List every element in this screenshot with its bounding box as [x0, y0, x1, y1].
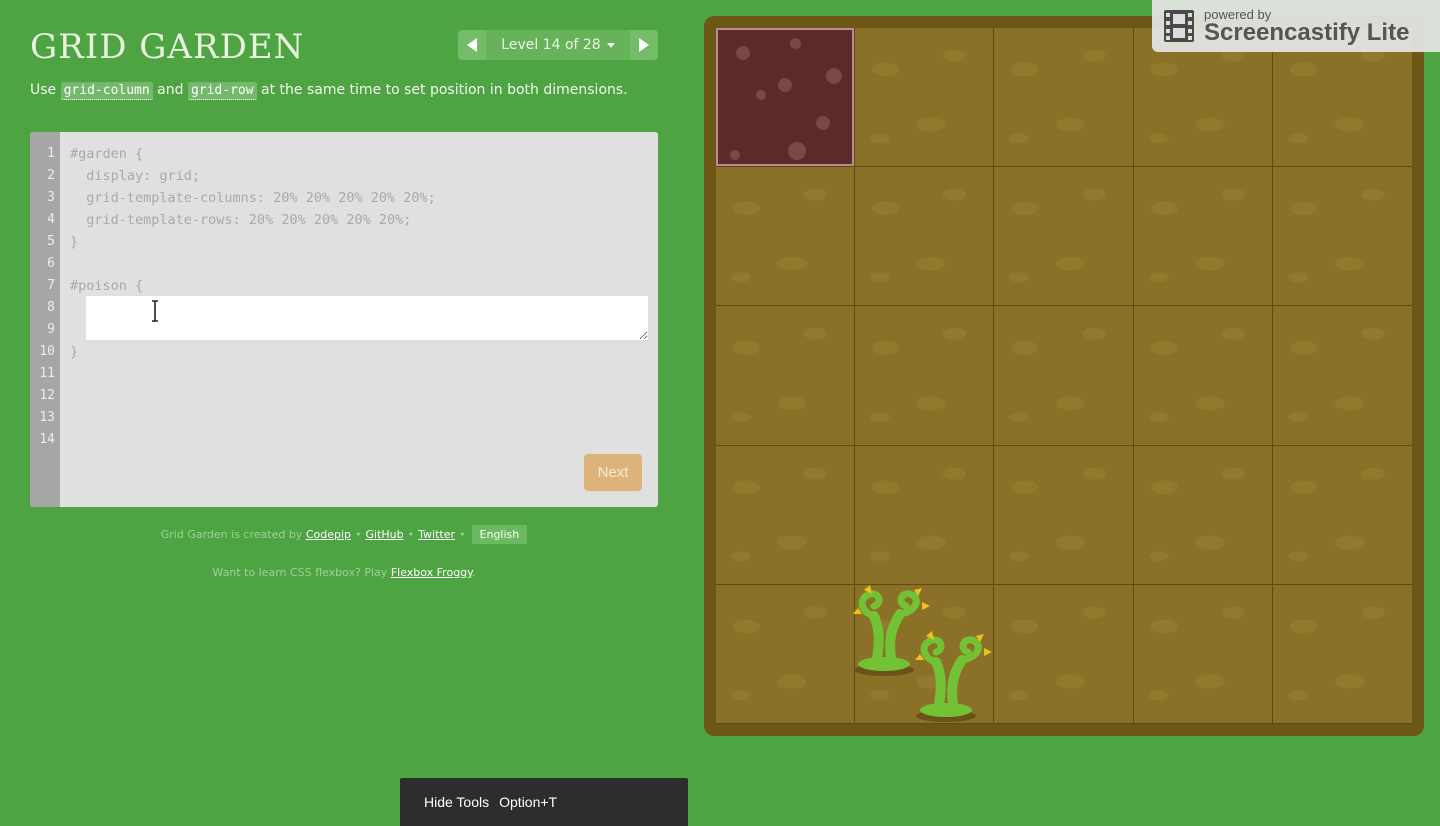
arrow-left-icon	[467, 38, 477, 52]
garden-cell	[1133, 445, 1273, 585]
line-number: 11	[39, 366, 55, 381]
line-number: 7	[47, 278, 55, 293]
line-number: 8	[47, 300, 55, 315]
garden-cell	[855, 28, 995, 168]
poison-spot	[790, 38, 801, 49]
garden-board	[704, 16, 1424, 736]
code-line: #poison {	[70, 278, 144, 294]
instructions-text: at the same time to set position in both…	[256, 82, 628, 98]
separator: •	[407, 528, 415, 541]
code-line: #garden {	[70, 146, 144, 162]
code-line: grid-template-rows: 20% 20% 20% 20% 20%;	[70, 212, 412, 228]
code-grid-row[interactable]: grid-row	[187, 82, 257, 100]
code-line: display: grid;	[70, 168, 201, 184]
level-dropdown[interactable]: Level 14 of 28	[486, 30, 630, 60]
line-number: 10	[39, 344, 55, 359]
garden-cell	[855, 306, 995, 446]
garden-cell	[716, 167, 856, 307]
garden-cell	[994, 167, 1134, 307]
code-line: }	[70, 234, 79, 250]
instructions: Use grid-column and grid-row at the same…	[30, 82, 628, 100]
line-number: 13	[39, 410, 55, 425]
previous-level-button[interactable]	[458, 30, 486, 60]
promo-text: Want to learn CSS flexbox? Play	[212, 566, 388, 579]
line-number: 6	[47, 256, 55, 271]
text-cursor-icon	[152, 300, 158, 322]
watermark-big: Screencastify Lite	[1204, 18, 1410, 46]
instructions-text: Use	[30, 82, 61, 98]
garden-cell	[716, 584, 856, 724]
line-number: 2	[47, 168, 55, 183]
line-number: 5	[47, 234, 55, 249]
line-numbers: 1 2 3 4 5 6 7 8 9 10 11 12 13 14	[30, 132, 60, 507]
poison-spot	[736, 46, 750, 60]
garden-cell	[994, 445, 1134, 585]
screencastify-watermark: powered by Screencastify Lite	[1152, 0, 1440, 52]
flexbox-froggy-link[interactable]: Flexbox Froggy	[391, 566, 472, 579]
garden-cell	[855, 445, 995, 585]
promo-period: .	[472, 566, 476, 579]
code-grid-column[interactable]: grid-column	[60, 82, 153, 100]
garden-cell	[716, 306, 856, 446]
garden-cell	[1272, 445, 1412, 585]
line-number: 12	[39, 388, 55, 403]
line-number: 1	[47, 146, 55, 161]
garden-cell	[994, 28, 1134, 168]
arrow-right-icon	[639, 38, 649, 52]
garden-cell	[1272, 584, 1412, 724]
poison-spot	[778, 78, 792, 92]
film-strip-icon	[1164, 10, 1194, 42]
level-navigation: Level 14 of 28	[458, 30, 658, 60]
garden-cell	[1133, 306, 1273, 446]
caret-down-icon	[606, 42, 615, 48]
poison-spot	[826, 68, 842, 84]
poison-spot	[788, 142, 806, 160]
codepip-link[interactable]: Codepip	[306, 528, 351, 541]
poison-spot	[816, 116, 830, 130]
level-label: Level 14 of 28	[501, 37, 601, 53]
poison-tile	[716, 28, 854, 166]
language-button[interactable]: English	[471, 525, 528, 544]
hide-tools-shortcut: Option+T	[499, 794, 558, 810]
watermark-text: powered by Screencastify Lite	[1204, 8, 1409, 45]
css-editor: 1 2 3 4 5 6 7 8 9 10 11 12 13 14 #garden…	[30, 132, 658, 507]
css-answer-input[interactable]	[86, 296, 648, 340]
poison-spot	[730, 150, 740, 160]
weed-icon	[915, 631, 992, 722]
credits: Grid Garden is created by Codepip • GitHub…	[30, 525, 658, 544]
separator: •	[355, 528, 362, 541]
code-line: }	[70, 344, 79, 360]
credits-text: Grid Garden is created by	[160, 528, 303, 541]
garden-cell	[716, 445, 856, 585]
garden-grid	[716, 28, 1412, 724]
garden-cell	[1272, 306, 1412, 446]
line-number: 14	[39, 432, 55, 447]
line-number: 4	[47, 212, 55, 227]
github-link[interactable]: GitHub	[366, 528, 404, 541]
page-title: Grid Garden	[30, 27, 305, 67]
next-level-button[interactable]	[630, 30, 658, 60]
garden-cell	[994, 306, 1134, 446]
code-line: grid-template-columns: 20% 20% 20% 20% 2…	[70, 190, 436, 206]
garden-cell	[1133, 584, 1273, 724]
line-number: 3	[47, 190, 55, 205]
next-button[interactable]: Next	[584, 454, 642, 491]
garden-cell	[1272, 167, 1412, 307]
flexbox-promo: Want to learn CSS flexbox? Play Flexbox …	[30, 566, 658, 579]
line-number: 9	[47, 322, 55, 337]
twitter-link[interactable]: Twitter	[418, 528, 455, 541]
poison-spot	[756, 90, 766, 100]
instructions-text: and	[152, 82, 188, 98]
hide-tools-bar[interactable]: Hide Tools Option+T	[400, 778, 688, 826]
hide-tools-label[interactable]: Hide Tools	[424, 794, 489, 810]
garden-cell	[994, 584, 1134, 724]
garden-cell	[1133, 167, 1273, 307]
garden-cell	[855, 167, 995, 307]
separator: •	[459, 528, 466, 541]
